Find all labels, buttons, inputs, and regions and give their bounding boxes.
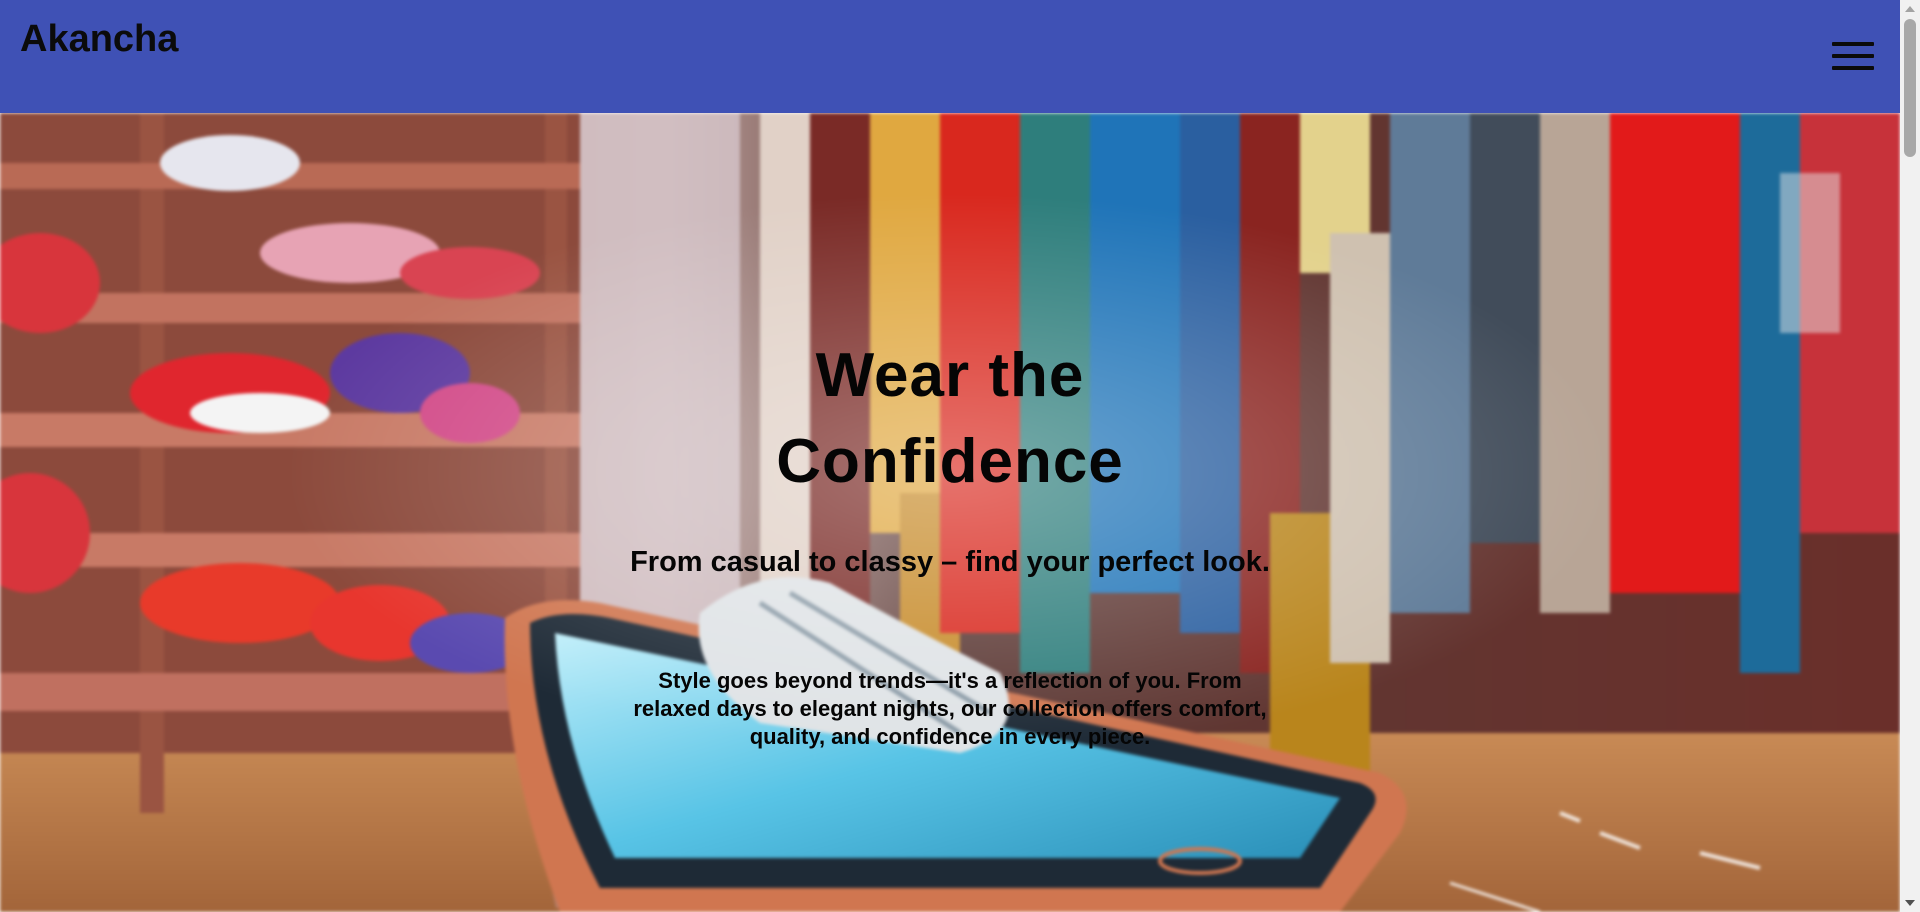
hero-title: Wear the Confidence [0, 333, 1900, 505]
hero-background-image [0, 113, 1900, 912]
hero-section: Wear the Confidence From casual to class… [0, 113, 1900, 912]
hamburger-menu-icon[interactable] [1832, 42, 1874, 72]
page: Akancha Wear the Confidence From casual … [0, 0, 1920, 912]
scrollbar-thumb[interactable] [1904, 19, 1916, 157]
hamburger-line [1832, 66, 1874, 70]
hero-subtitle-text: From casual to classy – find your perfec… [630, 546, 1270, 578]
hero-subtitle: From casual to classy – find your perfec… [0, 545, 1900, 580]
navbar: Akancha [0, 0, 1900, 113]
brand-logo[interactable]: Akancha [20, 18, 178, 61]
scroll-up-arrow-icon[interactable] [1900, 0, 1920, 17]
hero-description-text: Style goes beyond trends—it's a reflecti… [633, 668, 1267, 749]
hero-description: Style goes beyond trends—it's a reflecti… [0, 667, 1900, 751]
hamburger-line [1832, 42, 1874, 46]
hero-title-text: Wear the Confidence [776, 341, 1124, 496]
hamburger-line [1832, 54, 1874, 58]
scroll-down-arrow-icon[interactable] [1900, 895, 1920, 912]
vertical-scrollbar[interactable] [1900, 0, 1920, 912]
